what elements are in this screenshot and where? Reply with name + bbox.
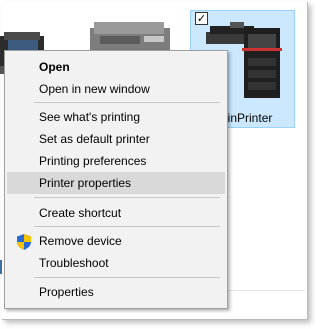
menu-item-open-new-window[interactable]: Open in new window (7, 78, 225, 100)
menu-item-printer-properties[interactable]: Printer properties (7, 172, 225, 194)
menu-separator (34, 277, 220, 278)
menu-item-open[interactable]: Open (7, 56, 225, 78)
uac-shield-icon (17, 234, 31, 250)
menu-item-troubleshoot[interactable]: Troubleshoot (7, 252, 225, 274)
menu-separator (34, 197, 220, 198)
menu-item-set-default[interactable]: Set as default printer (7, 128, 225, 150)
menu-item-see-printing[interactable]: See what's printing (7, 106, 225, 128)
menu-item-label: Remove device (39, 234, 122, 248)
context-menu: Open Open in new window See what's print… (4, 50, 228, 309)
menu-separator (34, 102, 220, 103)
menu-item-printing-preferences[interactable]: Printing preferences (7, 150, 225, 172)
partial-item-marker (0, 260, 2, 274)
menu-item-create-shortcut[interactable]: Create shortcut (7, 202, 225, 224)
menu-separator (34, 226, 220, 227)
printer-name-label: ninPrinter (221, 111, 273, 125)
menu-item-properties[interactable]: Properties (7, 281, 225, 303)
menu-item-remove-device[interactable]: Remove device (7, 230, 225, 252)
